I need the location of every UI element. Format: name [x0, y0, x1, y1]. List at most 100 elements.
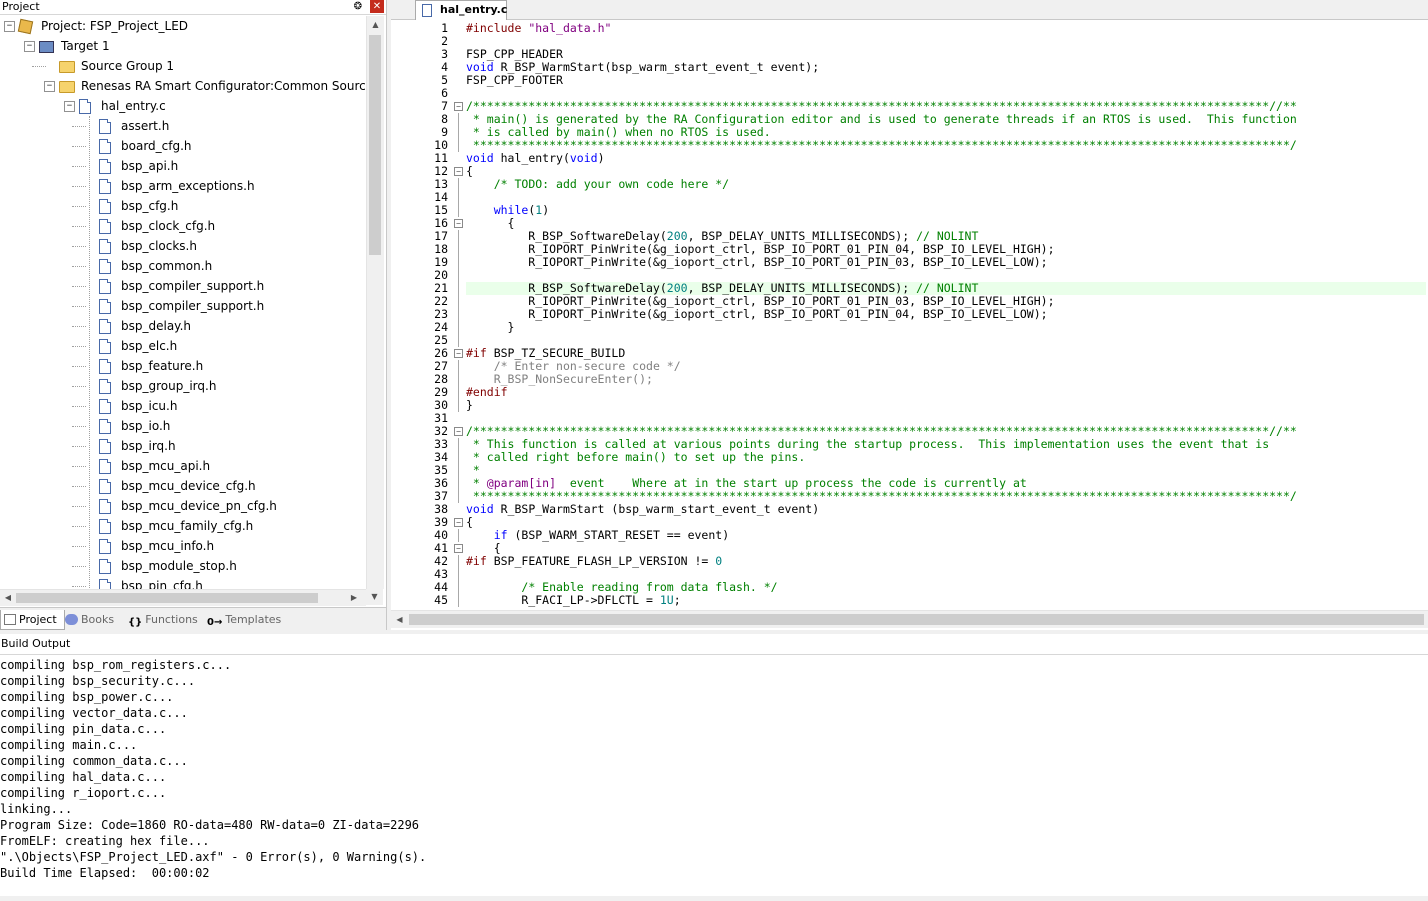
code-text: R_FACI_LP->DFLCTL = 1U;: [466, 593, 681, 607]
tree-item[interactable]: − Project: FSP_Project_LED: [0, 16, 366, 36]
editor-horizontal-scrollbar[interactable]: ◀: [391, 610, 1428, 628]
fold-guide: [458, 230, 459, 243]
file-icon: [99, 559, 111, 574]
tree-item[interactable]: bsp_pin_cfg.h: [0, 576, 366, 589]
fold-toggle-icon[interactable]: −: [454, 349, 463, 358]
fold-toggle-icon[interactable]: −: [454, 544, 463, 553]
tree-item-label: bsp_clocks.h: [121, 239, 197, 253]
fold-toggle-icon[interactable]: −: [454, 427, 463, 436]
tree-item-label: assert.h: [121, 119, 170, 133]
tree-item[interactable]: bsp_irq.h: [0, 436, 366, 456]
collapse-icon[interactable]: −: [4, 21, 15, 32]
tree-item[interactable]: bsp_delay.h: [0, 316, 366, 336]
tree-item[interactable]: bsp_elc.h: [0, 336, 366, 356]
file-icon: [99, 499, 111, 514]
tree-item-label: bsp_mcu_device_pn_cfg.h: [121, 499, 277, 513]
pin-icon[interactable]: ❂: [352, 0, 364, 14]
file-icon: [99, 579, 111, 589]
file-icon: [99, 419, 111, 434]
fold-toggle-icon[interactable]: −: [454, 219, 463, 228]
scroll-down-icon[interactable]: ▼: [366, 589, 383, 605]
tree-item[interactable]: bsp_icu.h: [0, 396, 366, 416]
tree-item[interactable]: bsp_cfg.h: [0, 196, 366, 216]
tree-item[interactable]: − hal_entry.c: [0, 96, 366, 116]
build-output-line: compiling main.c...: [0, 738, 138, 752]
line-number: 45: [434, 593, 448, 607]
tree-item[interactable]: bsp_compiler_support.h: [0, 276, 366, 296]
tree-item[interactable]: − Target 1: [0, 36, 366, 56]
file-icon: [99, 439, 111, 454]
tree-item[interactable]: assert.h: [0, 116, 366, 136]
collapse-icon[interactable]: −: [44, 81, 55, 92]
tree-item[interactable]: bsp_mcu_family_cfg.h: [0, 516, 366, 536]
fold-guide: [458, 308, 459, 321]
tree-item[interactable]: board_cfg.h: [0, 136, 366, 156]
project-tree-vertical-scrollbar[interactable]: ▲: [366, 16, 384, 589]
tree-connector: [72, 226, 86, 227]
tab-label: Functions: [145, 613, 198, 626]
tree-connector: [72, 486, 86, 487]
line-number: 7: [441, 99, 448, 113]
tree-item[interactable]: bsp_arm_exceptions.h: [0, 176, 366, 196]
code-line: 34 * called right before main() to set u…: [391, 451, 1428, 464]
project-tree-horizontal-scrollbar[interactable]: ◀ ▶: [0, 589, 366, 606]
tree-connector: [72, 206, 86, 207]
tree-item-label: bsp_mcu_info.h: [121, 539, 215, 553]
code-text: #include "hal_data.h": [466, 22, 612, 35]
fold-toggle-icon[interactable]: −: [454, 167, 463, 176]
line-number: 2: [441, 34, 448, 48]
tree-item[interactable]: bsp_mcu_device_pn_cfg.h: [0, 496, 366, 516]
scroll-left-icon[interactable]: ◀: [391, 611, 408, 628]
tab-hal-entry[interactable]: hal_entry.c: [415, 0, 507, 20]
file-icon: [99, 159, 111, 174]
code-area[interactable]: 1 #include "hal_data.h" 2 3 FSP_CPP_HEADER 4 v…: [391, 22, 1428, 608]
scroll-thumb[interactable]: [369, 35, 381, 255]
scroll-thumb-horizontal[interactable]: [409, 614, 1424, 625]
collapse-icon[interactable]: −: [24, 41, 35, 52]
fold-toggle-icon[interactable]: −: [454, 518, 463, 527]
code-text: R_IOPORT_PinWrite(&g_ioport_ctrl, BSP_IO…: [466, 307, 1048, 321]
tree-item[interactable]: Source Group 1: [0, 56, 366, 76]
tree-item[interactable]: bsp_clock_cfg.h: [0, 216, 366, 236]
scroll-right-icon[interactable]: ▶: [346, 590, 362, 606]
tree-connector: [72, 426, 86, 427]
file-icon: [99, 199, 111, 214]
editor-tabbar: hal_entry.c: [391, 0, 1428, 20]
tab-project[interactable]: Project: [0, 610, 65, 630]
tab-books[interactable]: Books: [62, 610, 123, 629]
scroll-left-icon[interactable]: ◀: [0, 590, 16, 606]
tab-label: Project: [19, 613, 57, 626]
tree-item[interactable]: bsp_io.h: [0, 416, 366, 436]
file-icon: [99, 119, 111, 134]
tree-connector: [72, 506, 86, 507]
scroll-up-icon[interactable]: ▲: [367, 16, 384, 33]
collapse-icon[interactable]: −: [64, 101, 75, 112]
file-icon: [99, 399, 111, 414]
file-icon: [99, 339, 111, 354]
build-output-text[interactable]: compiling bsp_rom_registers.c... compilin…: [0, 657, 1428, 881]
fold-guide: [458, 256, 459, 269]
tree-item-label: Renesas RA Smart Configurator:Common Sou…: [81, 79, 366, 93]
code-text: R_BSP_NonSecureEnter();: [493, 372, 653, 386]
tree-item[interactable]: bsp_mcu_device_cfg.h: [0, 476, 366, 496]
tree-item[interactable]: bsp_compiler_support.h: [0, 296, 366, 316]
tree-item[interactable]: bsp_common.h: [0, 256, 366, 276]
tree-item[interactable]: bsp_mcu_info.h: [0, 536, 366, 556]
tree-item[interactable]: bsp_clocks.h: [0, 236, 366, 256]
tree-item[interactable]: bsp_group_irq.h: [0, 376, 366, 396]
tab-templates[interactable]: 0→ Templates: [204, 610, 285, 629]
tree-item[interactable]: bsp_module_stop.h: [0, 556, 366, 576]
code-line: 5 FSP_CPP_FOOTER: [391, 74, 1428, 87]
tree-item[interactable]: − Renesas RA Smart Configurator:Common So…: [0, 76, 366, 96]
tree-item-label: Target 1: [61, 39, 110, 53]
tree-item-label: bsp_mcu_family_cfg.h: [121, 519, 254, 533]
build-output-title: Build Output: [1, 637, 71, 650]
scroll-thumb-horizontal[interactable]: [16, 593, 318, 603]
tab-functions[interactable]: {} Functions: [125, 610, 202, 629]
tree-item[interactable]: bsp_mcu_api.h: [0, 456, 366, 476]
tree-item[interactable]: bsp_feature.h: [0, 356, 366, 376]
fold-toggle-icon[interactable]: −: [454, 102, 463, 111]
tree-item[interactable]: bsp_api.h: [0, 156, 366, 176]
close-icon[interactable]: ✕: [370, 0, 384, 13]
code-text: ****************************************…: [466, 138, 1297, 152]
